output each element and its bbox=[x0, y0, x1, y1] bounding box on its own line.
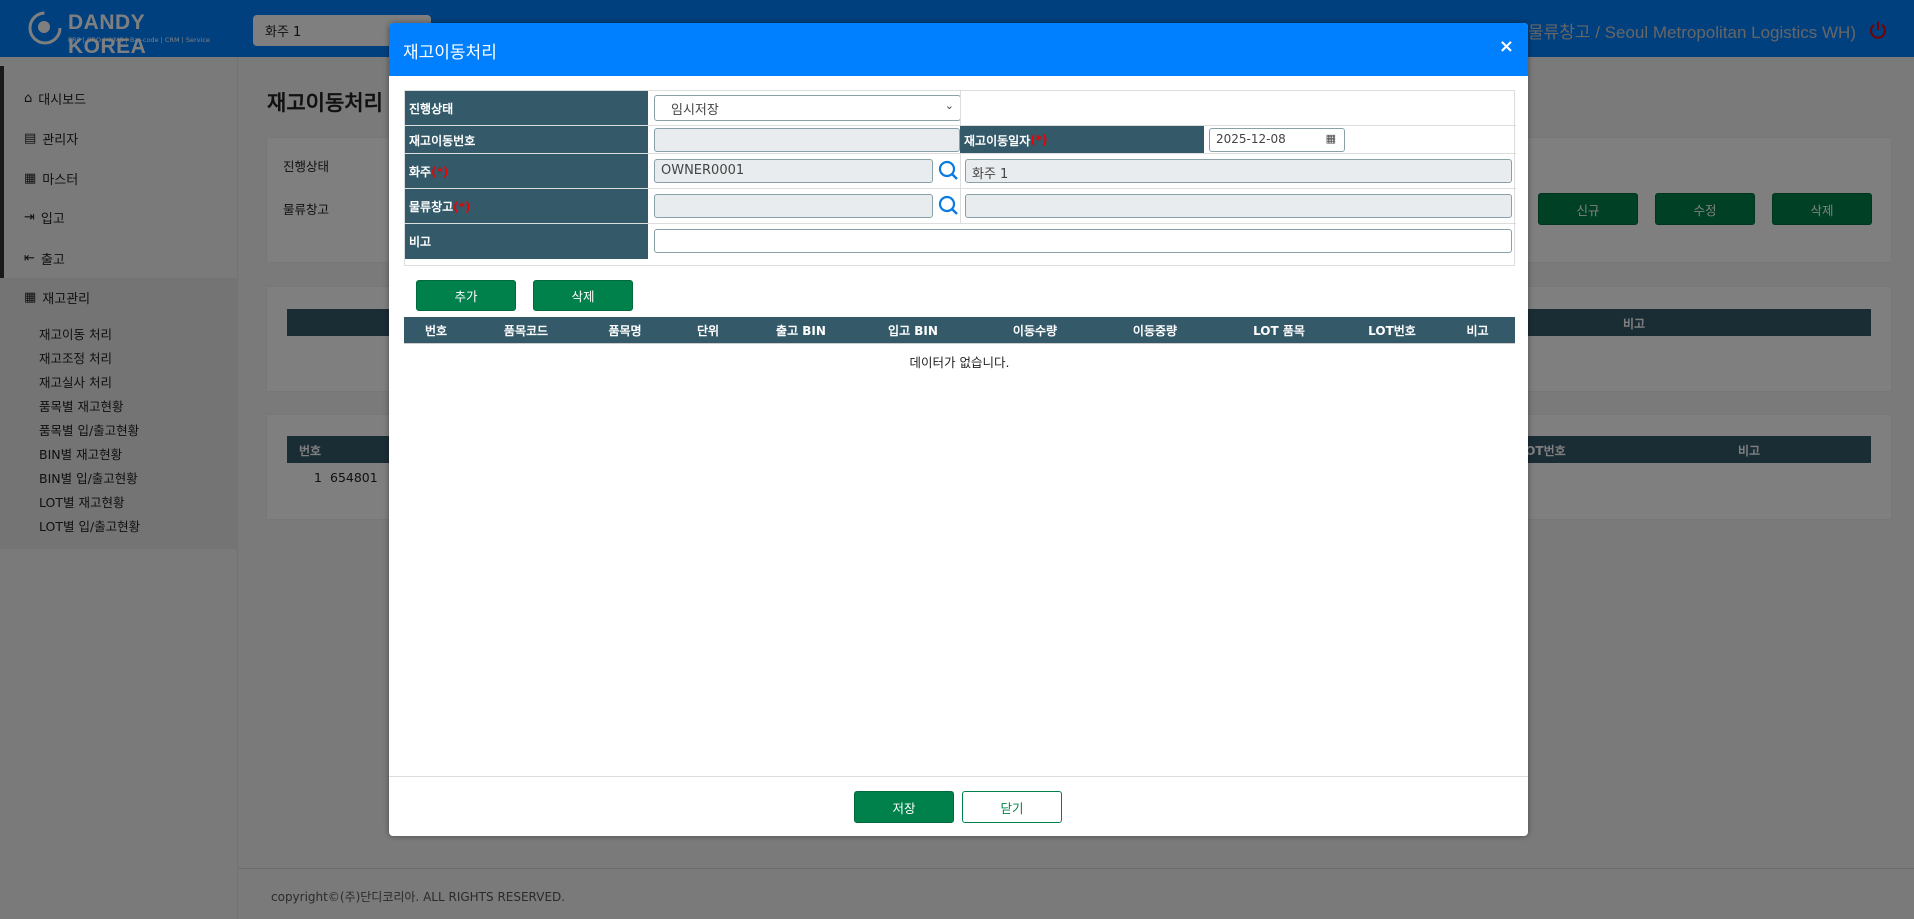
divider bbox=[960, 91, 961, 125]
close-icon[interactable]: × bbox=[1499, 36, 1514, 57]
status-select[interactable]: 임시저장 ⌄ bbox=[654, 95, 961, 121]
warehouse-name-input[interactable] bbox=[965, 194, 1512, 218]
move-date-input[interactable]: 2025-12-08 ▦ bbox=[1209, 128, 1345, 152]
form-table: 진행상태 임시저장 ⌄ 재고이동번호 재고이동일자 (*) 2025-12-08 … bbox=[404, 90, 1516, 266]
owner-code-input[interactable]: OWNER0001 bbox=[654, 159, 933, 183]
divider bbox=[960, 154, 961, 189]
search-icon[interactable] bbox=[937, 194, 959, 216]
status-label: 진행상태 bbox=[405, 91, 648, 125]
label-text: 화주 bbox=[409, 165, 432, 179]
column-header: 품목명 bbox=[608, 324, 642, 338]
item-grid-header: 번호 품목코드 품목명 단위 출고 BIN 입고 BIN 이동수량 이동중량 L… bbox=[404, 317, 1515, 344]
column-header: 번호 bbox=[424, 324, 448, 338]
empty-message: 데이터가 없습니다. bbox=[909, 355, 1010, 370]
column-header: 이동수량 bbox=[1012, 324, 1058, 338]
divider bbox=[960, 189, 961, 224]
warehouse-code-input[interactable] bbox=[654, 194, 933, 218]
form-row: 재고이동번호 재고이동일자 (*) 2025-12-08 ▦ bbox=[405, 125, 1516, 154]
modal-footer-divider bbox=[389, 776, 1528, 777]
column-header: 출고 BIN bbox=[776, 324, 826, 338]
required-mark: (*) bbox=[1030, 133, 1048, 147]
column-header: LOT번호 bbox=[1368, 324, 1416, 338]
owner-label: 화주 (*) bbox=[405, 154, 648, 189]
move-no-label: 재고이동번호 bbox=[405, 126, 648, 154]
column-header: 입고 BIN bbox=[888, 324, 938, 338]
column-header: LOT 품목 bbox=[1253, 324, 1305, 338]
warehouse-label: 물류창고 (*) bbox=[405, 189, 648, 224]
column-header: 단위 bbox=[696, 324, 720, 338]
label-text: 물류창고 bbox=[409, 200, 454, 214]
search-icon[interactable] bbox=[937, 159, 959, 181]
chevron-down-icon: ⌄ bbox=[944, 99, 954, 112]
owner-name-input[interactable]: 화주 1 bbox=[965, 159, 1512, 183]
column-header: 품목코드 bbox=[503, 324, 549, 338]
status-select-value: 임시저장 bbox=[671, 103, 719, 118]
remark-label: 비고 bbox=[405, 224, 648, 259]
calendar-icon[interactable]: ▦ bbox=[1326, 132, 1336, 145]
form-row: 비고 bbox=[405, 223, 1516, 259]
modal-header: 재고이동처리 × bbox=[389, 23, 1528, 76]
delete-row-button[interactable]: 삭제 bbox=[533, 280, 633, 311]
form-row: 화주 (*) OWNER0001 화주 1 bbox=[405, 153, 1516, 189]
remark-input[interactable] bbox=[654, 229, 1512, 253]
required-mark: (*) bbox=[453, 199, 471, 214]
add-row-button[interactable]: 추가 bbox=[416, 280, 516, 311]
modal-title: 재고이동처리 bbox=[403, 43, 497, 63]
move-date-value: 2025-12-08 bbox=[1216, 132, 1286, 146]
move-date-label: 재고이동일자 (*) bbox=[960, 126, 1204, 154]
stock-move-modal: 재고이동처리 × 진행상태 임시저장 ⌄ 재고이동번호 재고이동일자 (*) 20… bbox=[389, 23, 1528, 836]
column-header: 이동중량 bbox=[1132, 324, 1178, 338]
required-mark: (*) bbox=[431, 164, 449, 179]
form-row: 물류창고 (*) bbox=[405, 188, 1516, 224]
label-text: 재고이동일자 bbox=[964, 133, 1031, 148]
move-no-input[interactable] bbox=[654, 128, 960, 152]
column-header: 비고 bbox=[1466, 324, 1489, 338]
save-button[interactable]: 저장 bbox=[854, 791, 954, 823]
close-button[interactable]: 닫기 bbox=[962, 791, 1062, 823]
